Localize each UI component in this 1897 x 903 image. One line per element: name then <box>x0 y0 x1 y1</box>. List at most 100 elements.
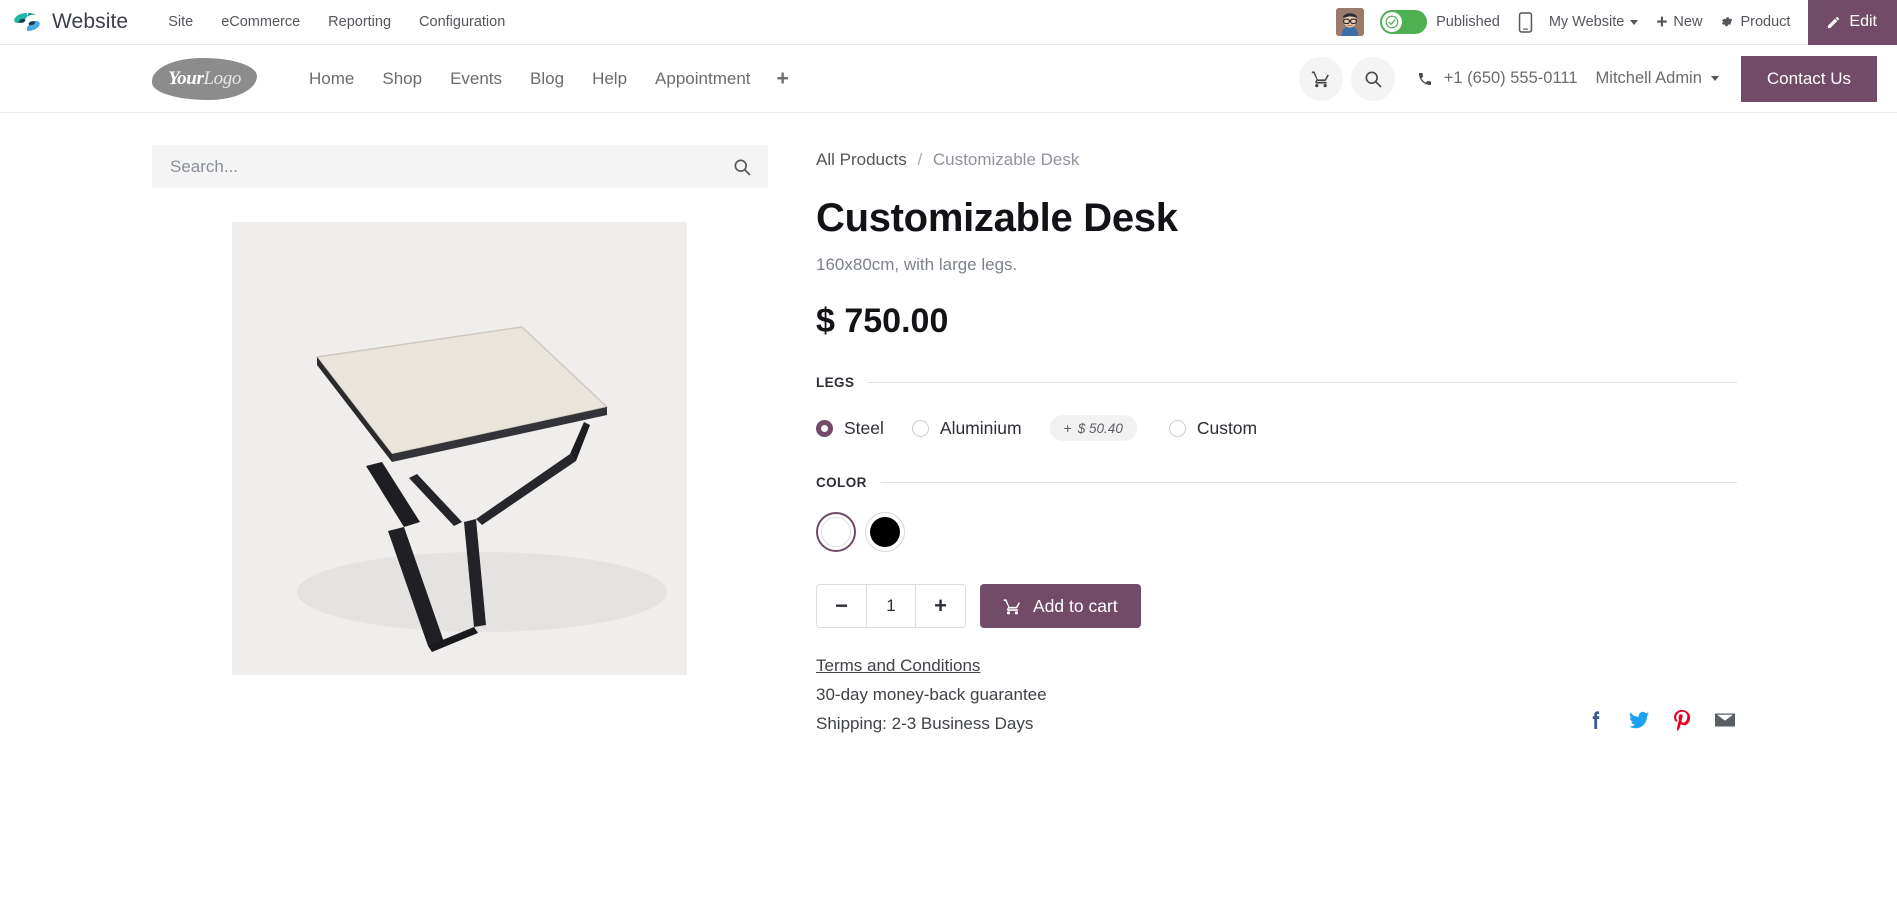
color-swatch-white[interactable] <box>816 512 856 552</box>
phone-number[interactable]: +1 (650) 555-0111 <box>1417 69 1578 88</box>
site-main-nav: Home Shop Events Blog Help Appointment + <box>295 61 801 97</box>
quantity-decrease-button[interactable]: − <box>817 585 866 627</box>
contact-us-button[interactable]: Contact Us <box>1740 55 1877 102</box>
pinterest-share-button[interactable] <box>1670 708 1694 732</box>
nav-add-page-icon[interactable]: + <box>765 67 801 91</box>
nav-item-appointment[interactable]: Appointment <box>641 61 764 97</box>
check-circle-icon <box>1385 15 1399 29</box>
attribute-color-options <box>816 512 1737 552</box>
email-share-button[interactable] <box>1713 708 1737 732</box>
product-footer-info: Terms and Conditions 30-day money-back g… <box>816 656 1737 734</box>
site-selector[interactable]: My Website <box>1548 14 1639 30</box>
logo-text-primary: Your <box>168 67 204 89</box>
site-selector-label: My Website <box>1548 14 1625 30</box>
nav-item-shop[interactable]: Shop <box>368 61 436 97</box>
breadcrumb-all-products[interactable]: All Products <box>816 150 907 169</box>
facebook-icon <box>1592 711 1600 729</box>
product-image[interactable] <box>232 222 687 675</box>
legs-option-aluminium[interactable]: Aluminium <box>911 417 1022 439</box>
toggle-pill[interactable] <box>1380 10 1428 34</box>
nav-item-help[interactable]: Help <box>578 61 641 97</box>
user-menu[interactable]: Mitchell Admin <box>1596 69 1719 88</box>
radio-icon[interactable] <box>816 419 833 437</box>
quantity-increase-button[interactable]: + <box>916 585 965 627</box>
legs-option-aluminium-label: Aluminium <box>939 417 1022 438</box>
radio-icon[interactable] <box>911 419 929 437</box>
color-swatch-black[interactable] <box>865 512 905 552</box>
cart-button[interactable] <box>1298 56 1343 101</box>
odoo-system-navbar: Website Site eCommerce Reporting Configu… <box>0 0 1897 45</box>
attribute-legs: LEGS Steel Aluminium + $ 50.40 Custom <box>816 375 1737 441</box>
attribute-legs-label: LEGS <box>816 375 855 390</box>
product-search-bar[interactable] <box>152 145 768 188</box>
facebook-share-button[interactable] <box>1584 708 1608 732</box>
product-settings-button[interactable]: Product <box>1720 14 1790 30</box>
avatar[interactable] <box>1336 8 1365 36</box>
menu-reporting[interactable]: Reporting <box>314 8 405 36</box>
new-label: New <box>1673 14 1703 30</box>
nav-item-blog[interactable]: Blog <box>516 61 578 97</box>
pinterest-icon <box>1674 710 1691 732</box>
mobile-icon <box>1518 11 1533 33</box>
attribute-color-label: COLOR <box>816 475 867 490</box>
phone-icon <box>1418 72 1431 85</box>
quantity-input[interactable] <box>866 585 916 627</box>
menu-configuration[interactable]: Configuration <box>405 8 519 36</box>
chevron-down-icon <box>1710 76 1719 81</box>
header-search-button[interactable] <box>1350 56 1395 101</box>
gear-icon <box>1722 17 1733 27</box>
shopping-cart-icon <box>1311 71 1329 87</box>
legs-aluminium-extra-price: + $ 50.40 <box>1049 415 1137 441</box>
search-input[interactable] <box>170 156 732 177</box>
edit-label: Edit <box>1849 13 1877 30</box>
add-to-cart-button[interactable]: Add to cart <box>980 584 1141 628</box>
divider <box>868 382 1737 383</box>
page-title: Customizable Desk <box>816 196 1178 240</box>
nav-item-events[interactable]: Events <box>436 61 516 97</box>
twitter-icon <box>1629 711 1649 729</box>
menu-site[interactable]: Site <box>154 8 207 36</box>
odoo-brand[interactable]: Website <box>0 7 128 37</box>
odoo-logo-icon <box>12 7 42 37</box>
plus-icon: + <box>1656 11 1668 33</box>
publish-toggle[interactable]: Published <box>1380 10 1500 34</box>
backend-right-tools: Published My Website + New Product Edit <box>1336 0 1897 45</box>
product-page: All Products / Customizable Desk Customi… <box>0 113 1897 903</box>
product-label: Product <box>1740 14 1791 30</box>
extra-price-value: $ 50.40 <box>1077 420 1123 436</box>
phone-number-label: +1 (650) 555-0111 <box>1443 69 1578 87</box>
radio-icon[interactable] <box>1168 419 1186 437</box>
nav-item-home[interactable]: Home <box>295 61 368 97</box>
desk-photo <box>232 222 687 675</box>
legs-option-steel-label: Steel <box>844 417 884 438</box>
quantity-stepper[interactable]: − + <box>816 584 966 628</box>
search-icon <box>734 159 751 175</box>
search-icon <box>1365 71 1382 87</box>
legs-option-custom-label: Custom <box>1196 417 1258 438</box>
twitter-share-button[interactable] <box>1627 708 1651 732</box>
app-name: Website <box>52 10 129 33</box>
logo-text-secondary: Logo <box>203 67 241 89</box>
shipping-info-text: Shipping: 2-3 Business Days <box>816 714 1034 733</box>
attribute-color-header: COLOR <box>816 475 1737 490</box>
product-left-column <box>0 145 768 903</box>
terms-and-conditions-link[interactable]: Terms and Conditions <box>816 656 980 676</box>
legs-option-steel[interactable]: Steel <box>816 418 884 439</box>
product-right-column: All Products / Customizable Desk Customi… <box>768 145 1897 903</box>
add-to-cart-label: Add to cart <box>1033 595 1118 616</box>
logo-text: YourLogo <box>168 68 241 90</box>
breadcrumb-separator: / <box>917 150 923 169</box>
product-subtitle: 160x80cm, with large legs. <box>816 255 1018 274</box>
site-logo[interactable]: YourLogo <box>152 57 257 100</box>
menu-ecommerce[interactable]: eCommerce <box>207 8 314 36</box>
legs-option-custom[interactable]: Custom <box>1168 417 1258 439</box>
mobile-preview-button[interactable] <box>1518 11 1533 33</box>
edit-button[interactable]: Edit <box>1808 0 1897 45</box>
attribute-legs-options: Steel Aluminium + $ 50.40 Custom <box>816 415 1737 441</box>
breadcrumb-current: Customizable Desk <box>932 150 1080 169</box>
swatch-fill <box>870 517 900 547</box>
pencil-icon <box>1828 16 1840 28</box>
chevron-down-icon <box>1630 19 1639 25</box>
money-back-guarantee-text: 30-day money-back guarantee <box>816 685 1047 704</box>
new-button[interactable]: + New <box>1656 13 1702 32</box>
